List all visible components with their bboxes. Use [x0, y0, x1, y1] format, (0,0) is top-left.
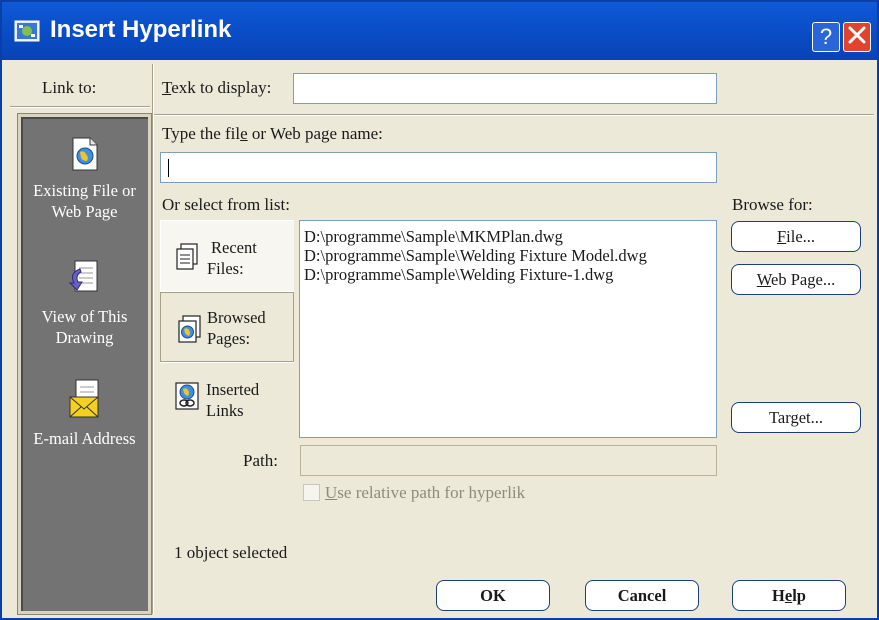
tab-inserted-links-line2: Links [206, 401, 244, 420]
title-bar[interactable]: Insert Hyperlink ? [2, 2, 877, 60]
browse-file-button[interactable]: File... [731, 221, 861, 252]
file-name-accesskey: e [240, 124, 248, 143]
relative-path-checkbox[interactable] [303, 484, 320, 501]
path-field [300, 445, 717, 476]
text-to-display-label-rest: exk to display: [171, 78, 272, 97]
tab-recent-files-line2: Files: [207, 259, 244, 278]
browse-file-label: File... [777, 227, 815, 247]
dialog-title: Insert Hyperlink [50, 16, 232, 43]
recent-files-icon [175, 243, 199, 276]
browse-web-page-button[interactable]: Web Page... [731, 264, 861, 295]
select-from-list-label: Or select from list: [162, 195, 290, 214]
file-name-label-after: or Web page name: [247, 124, 383, 143]
view-drawing-label-line1: View of This [41, 307, 128, 326]
view-drawing-label-line2: Drawing [55, 328, 114, 347]
link-to-existing-file[interactable]: Existing File or Web Page [21, 137, 148, 222]
link-to-view-of-drawing[interactable]: View of This Drawing [21, 259, 148, 348]
help-label-before: H [772, 585, 785, 605]
text-to-display-label: Texk to display: [162, 78, 271, 98]
ok-button-label: OK [480, 585, 506, 605]
recent-files-list[interactable]: D:\programme\Sample\MKMPlan.dwg D:\progr… [299, 220, 717, 438]
tab-browsed-pages-line2: Pages: [207, 329, 251, 348]
text-to-display-accesskey: T [162, 78, 172, 97]
top-divider [154, 114, 874, 116]
cancel-button[interactable]: Cancel [585, 580, 699, 611]
existing-file-label-line2: Web Page [51, 202, 118, 221]
tab-browsed-pages-line1: Browsed [207, 308, 266, 327]
target-button-label: Target... [769, 407, 823, 427]
email-envelope-icon [21, 379, 148, 424]
browse-web-accesskey: W [756, 269, 772, 289]
tab-inserted-links-label: Inserted Links [206, 379, 259, 421]
hyperlink-app-icon [14, 20, 40, 42]
tab-browsed-pages-label: Browsed Pages: [207, 307, 266, 349]
tab-inserted-links[interactable]: Inserted Links [160, 362, 294, 438]
browse-web-page-label: Web Page... [757, 270, 835, 290]
file-name-label-before: Type the fil [162, 124, 241, 143]
close-button[interactable] [843, 22, 871, 52]
tab-browsed-pages[interactable]: Browsed Pages: [160, 292, 294, 362]
relative-path-label: Use relative path for hyperlik [325, 483, 525, 503]
cancel-button-label: Cancel [617, 585, 667, 605]
inserted-links-icon [174, 381, 202, 416]
link-to-email-address[interactable]: E-mail Address [21, 379, 148, 449]
document-globe-icon [21, 137, 148, 176]
browsed-pages-icon [177, 315, 203, 348]
tab-recent-files[interactable]: Recent Files: [160, 220, 294, 292]
browse-web-label-rest: eb Page... [771, 269, 836, 289]
path-label: Path: [243, 451, 278, 470]
tab-inserted-links-line1: Inserted [206, 380, 260, 399]
link-to-label: Link to: [42, 78, 97, 97]
existing-file-label-line1: Existing File or [33, 181, 136, 200]
view-drawing-icon [21, 259, 148, 302]
relative-path-label-rest: se relative path for hyperlik [337, 483, 526, 502]
help-button-label: Help [772, 586, 806, 606]
list-item[interactable]: D:\programme\Sample\Welding Fixture-1.dw… [304, 265, 712, 284]
browse-file-label-rest: ile... [786, 226, 816, 246]
vertical-divider [152, 64, 154, 614]
list-item[interactable]: D:\programme\Sample\Welding Fixture Mode… [304, 246, 712, 265]
ok-button[interactable]: OK [436, 580, 550, 611]
relative-path-accesskey: U [325, 483, 338, 502]
tab-recent-files-label: Recent Files: [207, 237, 257, 279]
selection-status: 1 object selected [174, 543, 288, 562]
close-icon [847, 25, 867, 50]
browse-file-accesskey: F [776, 226, 787, 246]
file-name-input[interactable] [160, 152, 717, 183]
link-to-panel: Existing File or Web Page View of This D… [18, 114, 151, 614]
tab-recent-files-line1: Recent [211, 238, 257, 257]
target-button[interactable]: Target... [731, 402, 861, 433]
help-button[interactable]: Help [732, 580, 846, 611]
insert-hyperlink-dialog: Insert Hyperlink ? Link to: Existing Fil… [0, 0, 879, 620]
email-address-label: E-mail Address [33, 429, 136, 448]
text-to-display-input[interactable] [293, 73, 717, 104]
help-icon: ? [819, 24, 833, 49]
text-cursor [168, 159, 169, 177]
help-title-button[interactable]: ? [812, 22, 840, 52]
browse-for-label: Browse for: [732, 195, 813, 214]
link-to-divider [10, 106, 150, 108]
list-item[interactable]: D:\programme\Sample\MKMPlan.dwg [304, 227, 712, 246]
help-label-after: lp [792, 585, 806, 605]
file-name-label: Type the file or Web page name: [162, 124, 383, 144]
